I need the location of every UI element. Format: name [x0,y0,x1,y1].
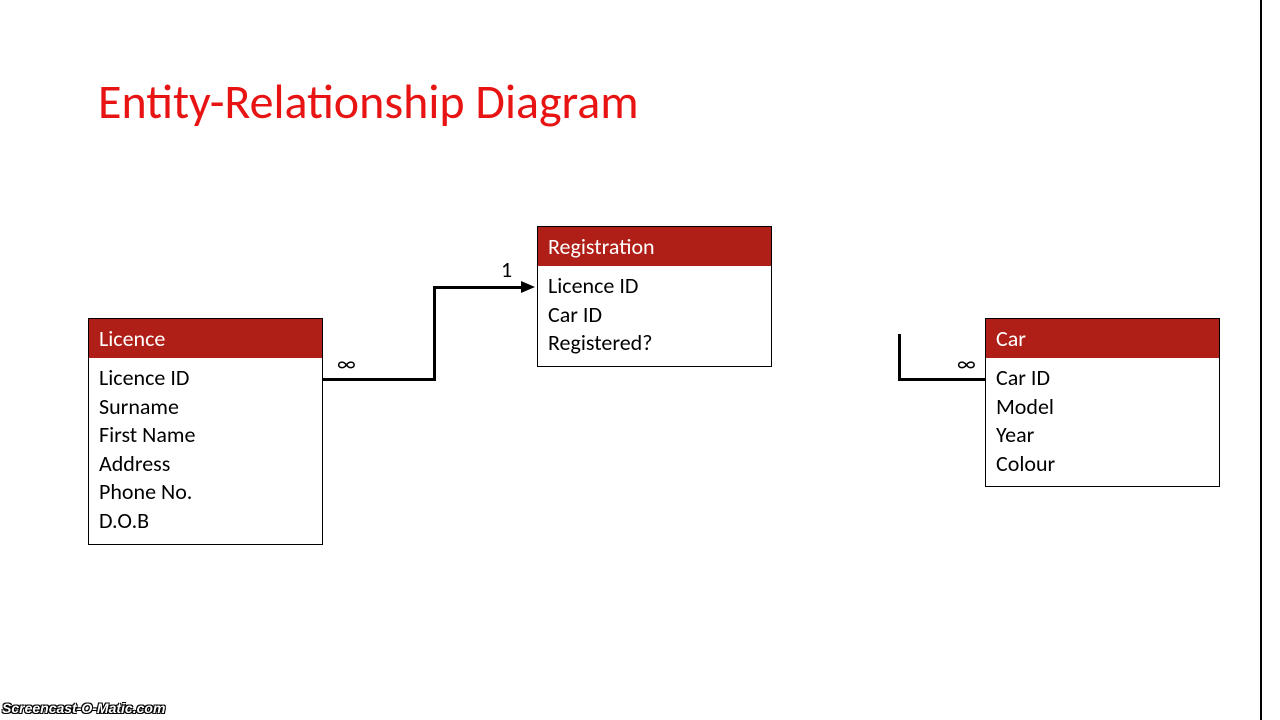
entity-attr: Year [996,421,1209,450]
entity-attr: Car ID [548,301,761,330]
entity-registration: Registration Licence ID Car ID Registere… [537,226,772,367]
entity-registration-body: Licence ID Car ID Registered? [538,266,771,366]
entity-attr: Address [99,450,312,479]
entity-attr: Surname [99,393,312,422]
entity-attr: Phone No. [99,478,312,507]
entity-attr: Car ID [996,364,1209,393]
connector-licence-registration-h1 [323,378,436,381]
entity-car: Car Car ID Model Year Colour [985,318,1220,487]
entity-registration-header: Registration [538,227,771,266]
entity-licence: Licence Licence ID Surname First Name Ad… [88,318,323,545]
entity-attr: Model [996,393,1209,422]
entity-attr: Registered? [548,329,761,358]
entity-licence-header: Licence [89,319,322,358]
connector-car-v [898,334,901,381]
cardinality-car-side: ∞ [957,350,976,377]
connector-licence-registration-h2 [433,286,523,289]
connector-licence-registration-v [433,286,436,381]
right-border-line [1260,0,1262,720]
arrowhead-icon [521,281,535,293]
entity-attr: D.O.B [99,507,312,536]
entity-licence-body: Licence ID Surname First Name Address Ph… [89,358,322,544]
watermark: Screencast-O-Matic.com [2,700,165,716]
entity-attr: Licence ID [99,364,312,393]
page-title: Entity-Relationship Diagram [98,72,639,131]
connector-car-h [898,378,985,381]
entity-attr: Colour [996,450,1209,479]
cardinality-registration-side: 1 [501,256,512,283]
cardinality-licence-side: ∞ [337,350,356,377]
entity-attr: Licence ID [548,272,761,301]
entity-car-body: Car ID Model Year Colour [986,358,1219,486]
entity-attr: First Name [99,421,312,450]
entity-car-header: Car [986,319,1219,358]
